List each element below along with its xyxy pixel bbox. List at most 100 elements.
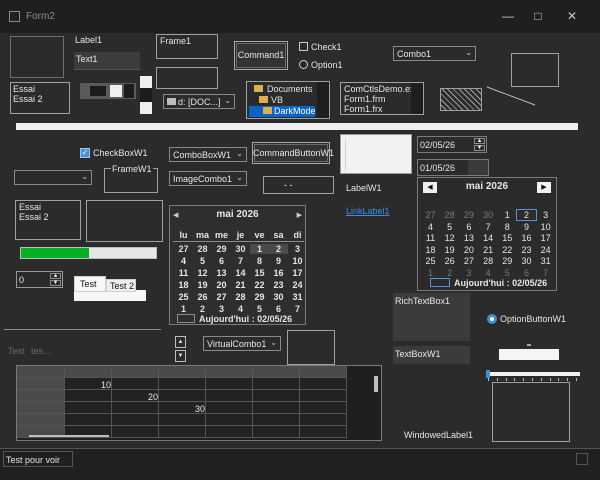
command1-button[interactable]: Command1 (234, 41, 288, 70)
grid-cell[interactable] (65, 390, 112, 402)
grid-cell[interactable] (253, 414, 300, 426)
calendar-day[interactable]: 7 (479, 222, 498, 232)
vertical-scrollbar[interactable] (317, 82, 329, 118)
calendar-day[interactable]: 29 (212, 244, 231, 254)
size-grip[interactable] (576, 453, 588, 465)
check1-checkbox[interactable] (299, 42, 308, 51)
calendar-day[interactable]: 5 (440, 222, 459, 232)
calendar-day[interactable]: 25 (174, 292, 193, 302)
grid-cell[interactable] (300, 402, 347, 414)
calendar-day[interactable]: 3 (536, 210, 555, 220)
grid-cell[interactable] (65, 402, 112, 414)
option1-radio[interactable] (299, 60, 308, 69)
grid-cell[interactable] (300, 378, 347, 390)
grid-cell[interactable] (17, 378, 65, 390)
grid-cell[interactable] (159, 378, 206, 390)
calendar-day[interactable]: 22 (250, 280, 269, 290)
calendar-day[interactable]: 16 (269, 268, 288, 278)
text1-field[interactable]: Text1 (74, 52, 140, 70)
calendar-day[interactable]: 4 (174, 256, 193, 266)
calendar-day[interactable]: 5 (498, 268, 517, 278)
calendar-day[interactable]: 18 (174, 280, 193, 290)
updown-field[interactable]: 0 ▲ ▼ (16, 271, 63, 288)
calendar-day[interactable]: 10 (536, 222, 555, 232)
calendar-day[interactable]: 7 (536, 268, 555, 278)
calendar-day[interactable]: 5 (250, 304, 269, 314)
dtpicker1[interactable]: 02/05/26 ▲ ▼ (417, 136, 487, 153)
prev-month-icon[interactable]: ◀ (173, 211, 178, 219)
grid-cell[interactable] (159, 390, 206, 402)
calendar-day[interactable]: 31 (288, 292, 307, 302)
calendar-day[interactable]: 1 (250, 244, 269, 254)
list-item[interactable]: Essai (19, 202, 41, 212)
masked-edit[interactable]: - - (263, 176, 334, 194)
calendar-right-today[interactable]: Aujourd'hui : 02/05/26 (454, 278, 547, 288)
calendar-day[interactable]: 15 (498, 233, 517, 243)
calendar-day[interactable]: 22 (498, 245, 517, 255)
calendar-day[interactable]: 16 (517, 233, 536, 243)
grid-cell[interactable] (17, 402, 65, 414)
calendar-day[interactable]: 20 (212, 280, 231, 290)
vertical-scrollbar[interactable] (411, 83, 423, 114)
calendar-day[interactable]: 28 (479, 256, 498, 266)
grid-cell[interactable] (300, 414, 347, 426)
grid-cell[interactable] (17, 366, 65, 378)
calendar-day[interactable]: 26 (440, 256, 459, 266)
flexgrid[interactable]: 10 20 30 (16, 365, 382, 441)
calendar-day[interactable]: 4 (231, 304, 250, 314)
combobox-w1[interactable]: ComboBoxW1 ⌄ (169, 147, 247, 162)
grid-cell-value[interactable]: 30 (195, 404, 205, 414)
calendar-day[interactable]: 6 (517, 268, 536, 278)
checkbox-w1-checked-icon[interactable]: ✓ (80, 148, 90, 158)
scroll-thumb[interactable] (110, 85, 122, 97)
calendar-day[interactable]: 20 (459, 245, 478, 255)
grid-cell[interactable] (112, 414, 159, 426)
prev-month-icon[interactable]: ◀ (423, 182, 437, 193)
spin-down-icon[interactable]: ▼ (474, 145, 485, 151)
grid-cell[interactable] (253, 426, 300, 438)
maximize-icon[interactable]: □ (527, 6, 549, 26)
calendar-day[interactable]: 3 (288, 244, 307, 254)
spin-up-icon[interactable]: ▲ (474, 138, 485, 144)
calendar-day[interactable]: 28 (193, 244, 212, 254)
file1[interactable]: ComCtlsDemo.exe Form1.frm Form1.frx (340, 82, 424, 115)
faded-tab[interactable]: Test (8, 346, 25, 356)
list-item[interactable]: Essai (13, 84, 35, 94)
scroll-arrow[interactable] (124, 84, 134, 98)
calendar-day[interactable]: 23 (269, 280, 288, 290)
grid-cell[interactable] (206, 366, 253, 378)
spin-down-icon[interactable]: ▼ (175, 350, 186, 362)
list1[interactable]: Essai Essai 2 (10, 82, 70, 114)
calendar-day[interactable]: 29 (250, 292, 269, 302)
grid-cell[interactable] (206, 402, 253, 414)
calendar-day[interactable]: 26 (193, 292, 212, 302)
dir1[interactable]: Documents VB DarkMode (246, 81, 330, 119)
updown-vertical[interactable]: ▲ ▼ (175, 336, 187, 364)
calendar-day[interactable]: 3 (459, 268, 478, 278)
spin-up-icon[interactable]: ▲ (50, 273, 61, 279)
grid-cell[interactable] (206, 378, 253, 390)
spin-up-icon[interactable]: ▲ (175, 336, 186, 348)
calendar-day[interactable]: 6 (269, 304, 288, 314)
calendar-day[interactable]: 1 (174, 304, 193, 314)
grid-cell[interactable] (159, 366, 206, 378)
calendar-day[interactable]: 24 (536, 245, 555, 255)
calendar-day[interactable]: 7 (231, 256, 250, 266)
list2[interactable]: Essai Essai 2 (15, 200, 81, 240)
file-item[interactable]: ComCtlsDemo.exe (344, 84, 420, 94)
grid-cell[interactable] (300, 366, 347, 378)
grid-cell[interactable] (253, 366, 300, 378)
calendar-day[interactable]: 25 (421, 256, 440, 266)
link-label1[interactable]: LinkLabel1 (346, 206, 390, 216)
calendar-day[interactable]: 11 (174, 268, 193, 278)
image-combo1[interactable]: ImageCombo1 ⌄ (169, 171, 247, 186)
calendar-day[interactable]: 27 (174, 244, 193, 254)
calendar-day[interactable]: 6 (459, 222, 478, 232)
slider-thumb[interactable] (486, 370, 490, 378)
calendar-day[interactable]: 1 (421, 268, 440, 278)
calendar-day[interactable]: 6 (212, 256, 231, 266)
tab-test-2[interactable]: Test 2 (106, 279, 136, 292)
combo-empty[interactable]: ⌄ (14, 170, 92, 185)
calendar-day[interactable]: 5 (193, 256, 212, 266)
dir-item[interactable]: Documents (267, 84, 313, 94)
